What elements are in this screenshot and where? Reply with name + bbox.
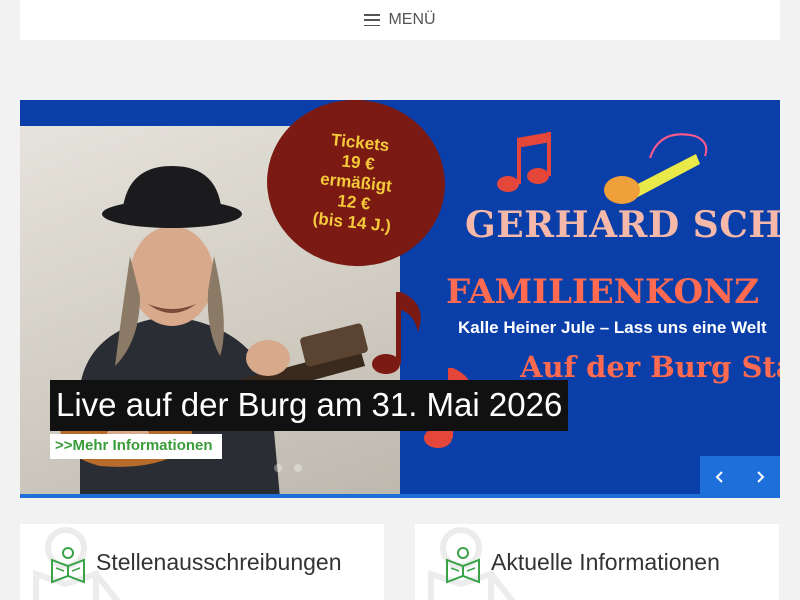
poster-tagline: Kalle Heiner Jule – Lass uns eine Welt xyxy=(458,318,767,337)
slider-dots xyxy=(274,464,302,472)
hamburger-icon xyxy=(364,14,381,26)
chevron-left-icon xyxy=(715,471,723,483)
hero-slider: Tickets 19 € ermäßigt 12 € (bis 14 J.) G… xyxy=(20,100,780,498)
card-stellenausschreibungen[interactable]: Stellenausschreibungen xyxy=(20,524,384,600)
next-slide-button[interactable] xyxy=(740,456,780,498)
poster-subtitle: FAMILIENKONZ xyxy=(446,272,760,312)
music-note-icon xyxy=(372,292,421,374)
microphone-icon xyxy=(604,133,708,204)
more-info-link[interactable]: >>Mehr Informationen xyxy=(50,434,222,459)
card-aktuelle-informationen[interactable]: Aktuelle Informationen xyxy=(415,524,779,600)
chevron-right-icon xyxy=(757,471,765,483)
top-navigation-bar: MENÜ xyxy=(20,0,780,40)
slider-arrows xyxy=(700,456,780,498)
menu-label: MENÜ xyxy=(388,11,436,28)
previous-slide-button[interactable] xyxy=(700,456,740,498)
poster-headline: GERHARD SCHÖ xyxy=(465,204,780,246)
slider-dot[interactable] xyxy=(274,464,282,472)
reader-book-icon xyxy=(51,547,85,584)
slider-dot[interactable] xyxy=(294,464,302,472)
card-title[interactable]: Aktuelle Informationen xyxy=(491,549,720,576)
reader-book-icon xyxy=(446,547,480,584)
music-note-icon xyxy=(497,132,551,192)
card-title[interactable]: Stellenausschreibungen xyxy=(96,549,342,576)
slider-bottom-stripe xyxy=(20,494,780,498)
poster-venue: Auf der Burg Starga xyxy=(520,350,780,384)
menu-button[interactable]: MENÜ xyxy=(364,11,436,29)
slide-caption: Live auf der Burg am 31. Mai 2026 xyxy=(50,380,569,431)
